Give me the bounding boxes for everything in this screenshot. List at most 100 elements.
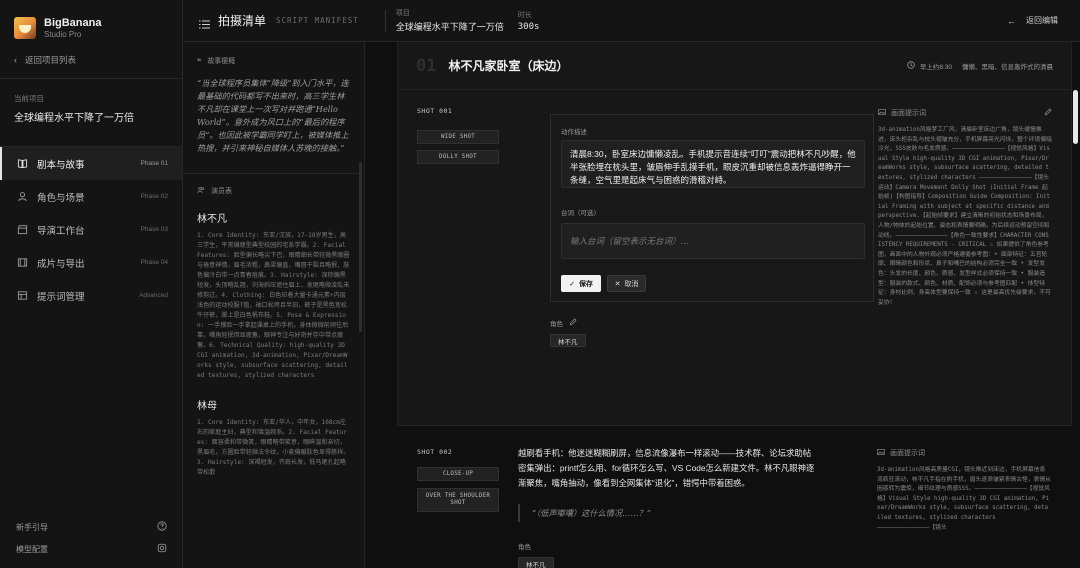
notes-scrollbar[interactable] — [359, 162, 362, 332]
shot-label: SHOT 001 — [417, 107, 453, 115]
main-scrollbar[interactable] — [1073, 90, 1078, 144]
layers-icon — [16, 290, 28, 302]
shot-dialog-quote[interactable]: “（低声嘟囔）这什么情况……？” — [518, 504, 818, 522]
current-project-label: 当前项目 — [14, 94, 44, 103]
back-to-projects-link[interactable]: ‹ 返回项目列表 — [0, 52, 182, 68]
visual-prompt-panel: 画面提示词 3d-animation风格梦工厂风，清晨卧室床边广角，镜头缓慢推进… — [878, 108, 1052, 422]
sidebar-item-label: 成片与导出 — [37, 258, 85, 270]
prompt-title: 画面提示词 — [890, 450, 925, 457]
sidebar-item-export[interactable]: 成片与导出 Phase 04 — [0, 246, 182, 279]
role-label: 角色 — [550, 321, 563, 328]
cast-section-title: 演员表 — [211, 188, 232, 195]
shot-label: SHOT 002 — [417, 448, 453, 456]
sidebar-item-prompts[interactable]: 提示词管理 Advanced — [0, 279, 182, 312]
project-meta-label: 项目 — [395, 10, 410, 17]
role-label: 角色 — [518, 544, 531, 551]
shot-action-text[interactable]: 越刷看手机：他迷迷糊糊刷屏，信息流像瀑布一样滚动——技术群、论坛求助帖密集弹出：… — [518, 446, 818, 491]
sidebar-item-characters[interactable]: 角色与场景 Phase 02 — [0, 180, 182, 213]
role-row: 角色 — [550, 318, 577, 328]
character-name: 林母 — [197, 401, 217, 412]
pencil-icon[interactable] — [569, 318, 577, 328]
save-label: 保存 — [578, 280, 593, 288]
cancel-button[interactable]: ✕ 取消 — [607, 275, 646, 292]
sidebar-item-script[interactable]: 剧本与故事 Phase 01 — [0, 147, 182, 180]
role-chip[interactable]: 林不凡 — [518, 557, 554, 568]
sidebar-item-phase: Advanced — [139, 292, 168, 299]
sidebar-item-phase: Phase 03 — [140, 226, 168, 233]
list-icon — [199, 16, 210, 29]
duration-meta: 时长 300s — [518, 10, 540, 32]
user-icon — [16, 191, 28, 203]
cancel-label: 取消 — [624, 280, 639, 288]
project-meta: 项目 全球编程水平下降了一万倍 — [396, 8, 504, 33]
current-project: 当前项目 全球编程水平下降了一万倍 — [0, 79, 182, 124]
duration-meta-value: 300s — [517, 21, 540, 32]
back-to-edit-button[interactable]: ← 返回编辑 — [1007, 15, 1058, 26]
shot-type-tag[interactable]: WIDE SHOT — [417, 130, 499, 144]
model-config-label: 模型配置 — [16, 544, 48, 554]
scene-card: 01 林不凡家卧室（床边） 早上约8:30 慵懒、黑暗、信息轰炸式的清晨 SHO… — [397, 42, 1072, 426]
scene-header: 01 林不凡家卧室（床边） 早上约8:30 慵懒、黑暗、信息轰炸式的清晨 — [398, 42, 1071, 90]
sidebar-item-label: 剧本与故事 — [37, 159, 85, 171]
character-card: 林不凡 1. Core Identity: 东亚/汉族，17-18岁男生，高三学… — [183, 210, 364, 381]
story-section-header: ❝ 故事梗概 — [183, 42, 364, 66]
camera-angle-tag[interactable]: OVER THE SHOULDER SHOT — [417, 488, 499, 512]
character-description: 1. Core Identity: 东亚/华人，中年女，168cm左右的家庭主妇… — [197, 419, 350, 476]
top-header: 拍摄清单 SCRIPT MANIFEST 项目 全球编程水平下降了一万倍 时长 … — [183, 0, 1080, 42]
role-chip[interactable]: 林不凡 — [550, 334, 586, 347]
manifest-main: 01 林不凡家卧室（床边） 早上约8:30 慵懒、黑暗、信息轰炸式的清晨 SHO… — [365, 42, 1080, 568]
model-config-button[interactable]: 模型配置 — [0, 538, 183, 560]
clapper-icon — [16, 224, 28, 236]
sidebar-item-phase: Phase 04 — [140, 259, 168, 266]
shot-type-tag[interactable]: CLOSE-UP — [417, 467, 499, 481]
brand[interactable]: BigBanana Studio Pro — [0, 0, 182, 42]
help-guide-button[interactable]: 新手引导 — [0, 516, 183, 538]
sidebar-footer: 新手引导 模型配置 — [0, 516, 183, 568]
page-title: 拍摄清单 — [218, 14, 267, 28]
brand-subtitle: Studio Pro — [44, 30, 82, 39]
sidebar-item-phase: Phase 02 — [140, 193, 168, 200]
action-label: 动作描述 — [561, 129, 587, 136]
current-project-name: 全球编程水平下降了一万倍 — [14, 113, 134, 124]
story-synopsis: “当全球程序员集体“降级”到入门水平，连最基础的代码都写不出来时，高三学生林不凡… — [197, 78, 349, 153]
sidebar-item-label: 提示词管理 — [37, 291, 85, 303]
save-button[interactable]: ✓ 保存 — [561, 275, 601, 292]
camera-move-tag[interactable]: DOLLY SHOT — [417, 150, 499, 164]
sidebar: BigBanana Studio Pro ‹ 返回项目列表 当前项目 全球编程水… — [0, 0, 183, 568]
cast-section-header: 演员表 — [183, 174, 364, 196]
sidebar-nav: 剧本与故事 Phase 01 角色与场景 Phase 02 导演工作台 Phas… — [0, 146, 182, 312]
story-section-title: 故事梗概 — [207, 58, 236, 65]
sidebar-item-label: 角色与场景 — [37, 192, 85, 204]
scene-time: 早上约8:30 — [907, 60, 952, 71]
role-row: 角色 — [518, 541, 531, 551]
question-circle-icon — [157, 521, 167, 533]
prompt-text: 3d-animation风格梦工厂风，清晨卧室床边广角，镜头缓慢推进，床头柜杂乱… — [878, 127, 1052, 306]
prompt-text: 3d-animation风格高质量CGI，镜头推近到床边，手机屏幕信息流疯狂滚动… — [877, 467, 1051, 531]
scene-number: 01 — [416, 55, 437, 76]
quote-icon: ❝ — [197, 56, 202, 66]
dialog-input[interactable]: 输入台词（留空表示无台词）... — [561, 223, 865, 259]
users-icon — [197, 186, 205, 196]
story-notes-panel: ❝ 故事梗概 “当全球程序员集体“降级”到入门水平，连最基础的代码都写不出来时，… — [183, 42, 365, 568]
prompt-title: 画面提示词 — [891, 110, 926, 117]
shot-editor: 动作描述 清晨8:30，卧室床边慵懒凌乱。手机提示音连续“叮叮”震动把林不凡吵醒… — [550, 114, 874, 302]
arrow-left-icon: ← — [1007, 15, 1016, 26]
chevron-left-icon: ‹ — [14, 55, 17, 65]
back-to-projects-label: 返回项目列表 — [25, 55, 77, 65]
dialog-label: 台词（可选） — [561, 210, 600, 217]
scene-title: 林不凡家卧室（床边） — [448, 59, 569, 73]
action-textarea[interactable]: 清晨8:30，卧室床边慵懒凌乱。手机提示音连续“叮叮”震动把林不凡吵醒，他半张脸… — [561, 140, 865, 188]
sidebar-item-director[interactable]: 导演工作台 Phase 03 — [0, 213, 182, 246]
visual-prompt-panel: 画面提示词 3d-animation风格高质量CGI，镜头推近到床边，手机屏幕信… — [877, 448, 1051, 568]
pencil-icon[interactable] — [1044, 108, 1052, 118]
brand-name: BigBanana — [44, 17, 102, 29]
brand-logo — [14, 17, 36, 39]
film-icon — [16, 257, 28, 269]
gear-icon — [157, 543, 167, 555]
help-guide-label: 新手引导 — [16, 522, 48, 532]
duration-meta-label: 时长 — [517, 11, 532, 19]
project-meta-value: 全球编程水平下降了一万倍 — [395, 22, 504, 32]
header-divider — [384, 9, 386, 32]
close-icon: ✕ — [614, 280, 621, 288]
check-icon: ✓ — [569, 280, 575, 288]
